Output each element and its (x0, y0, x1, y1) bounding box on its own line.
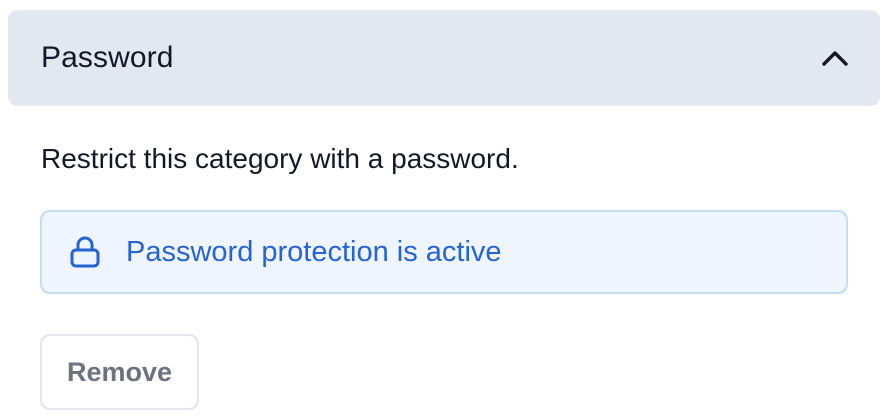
chevron-up-icon[interactable] (820, 43, 850, 73)
password-section-header[interactable]: Password (8, 10, 880, 106)
status-text: Password protection is active (126, 235, 502, 268)
password-status-banner: Password protection is active (40, 210, 848, 294)
section-title: Password (41, 41, 174, 74)
section-description: Restrict this category with a password. (41, 143, 519, 174)
lock-icon (68, 235, 102, 269)
remove-button[interactable]: Remove (40, 334, 199, 410)
